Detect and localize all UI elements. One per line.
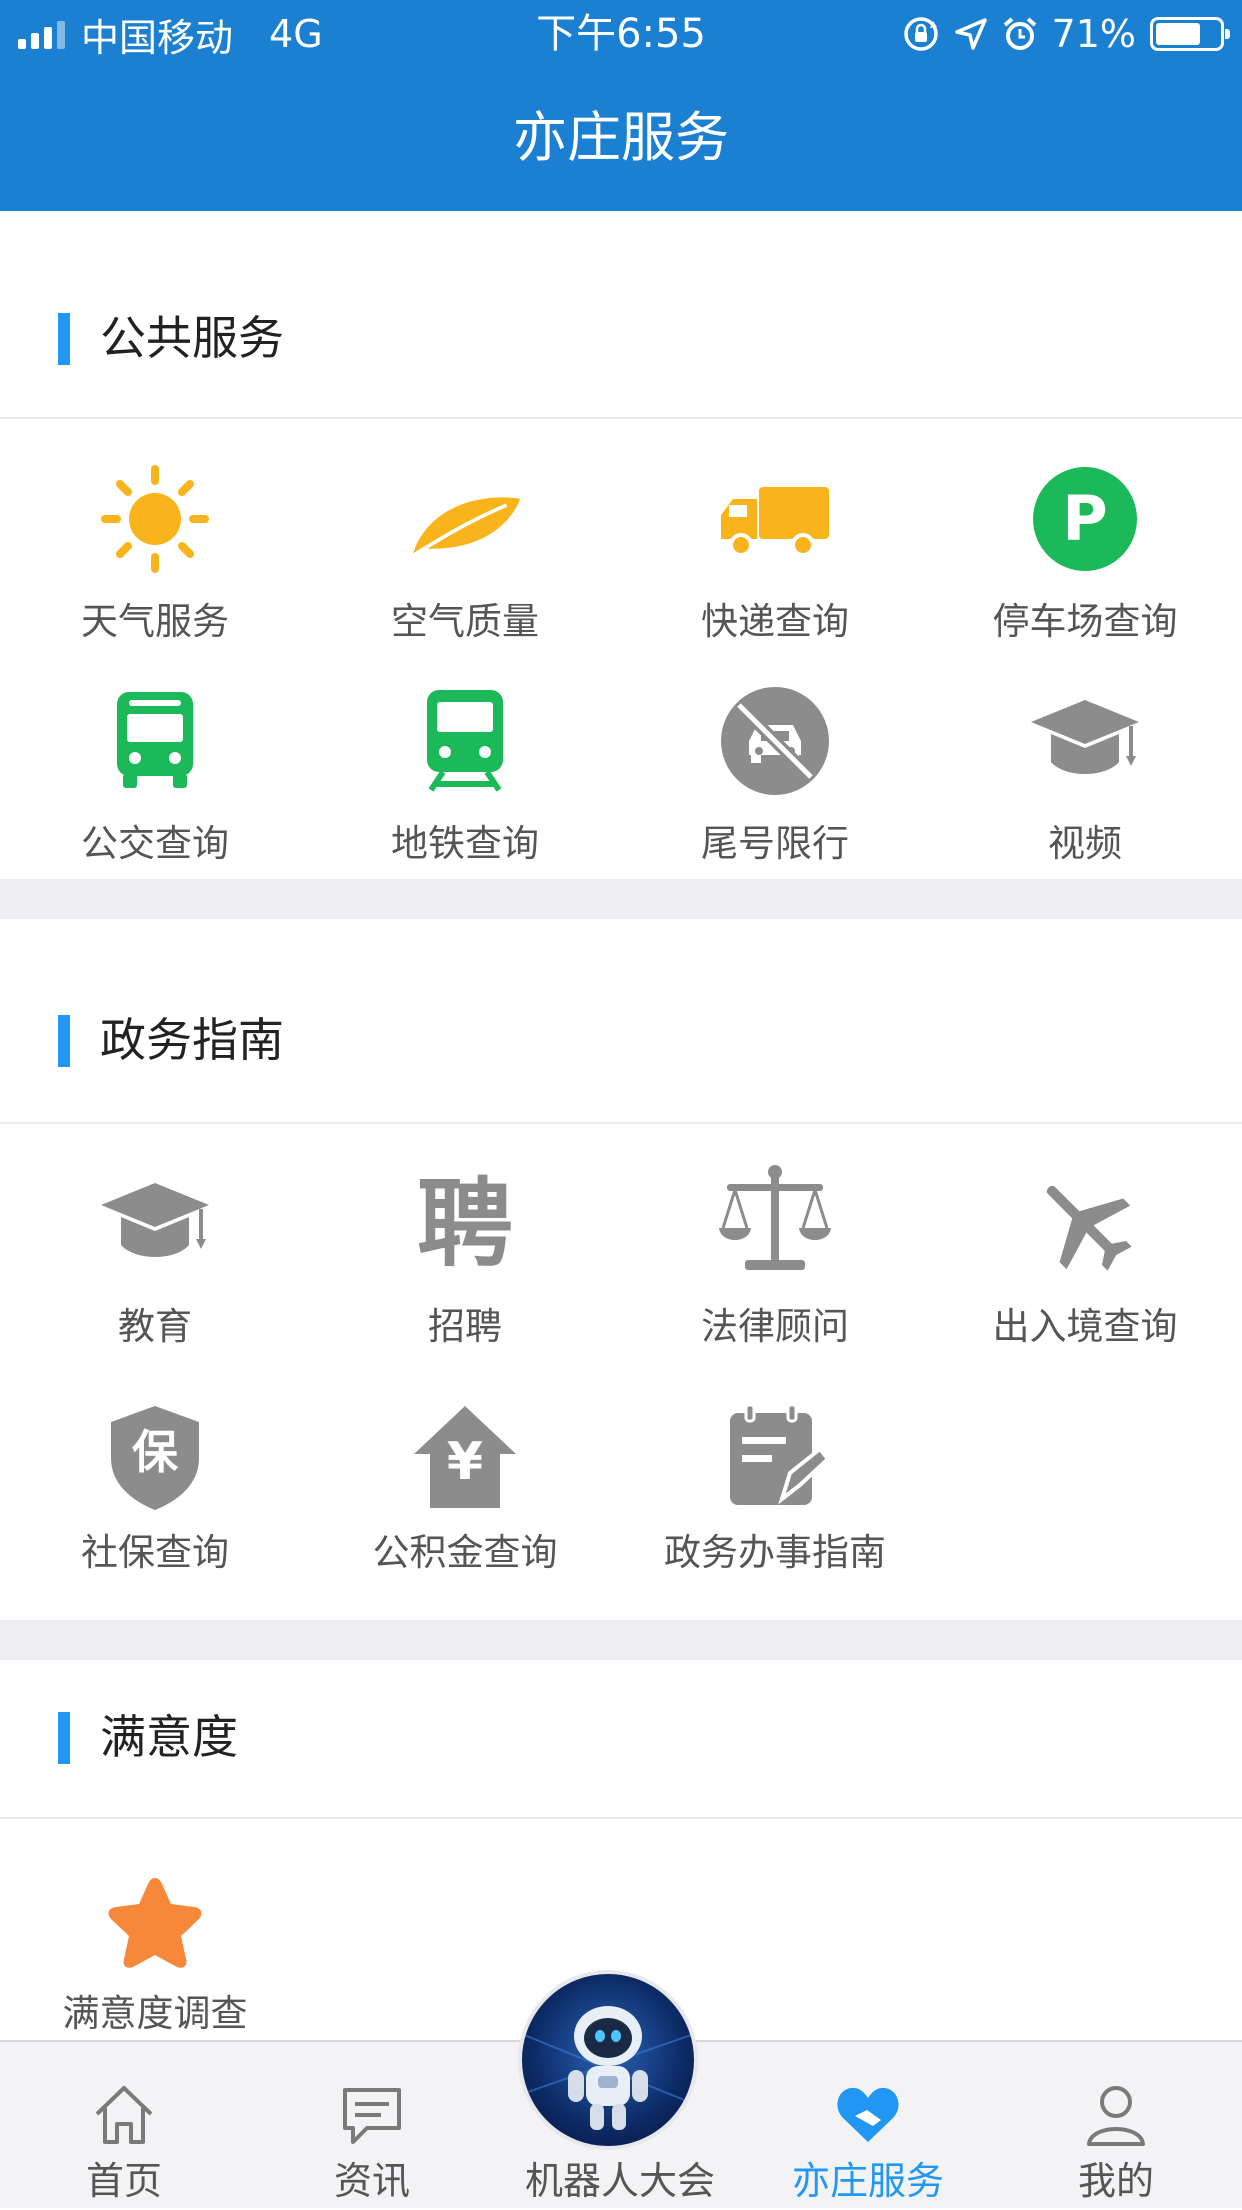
subway-icon: [405, 681, 525, 801]
battery-fill: [1156, 23, 1201, 45]
guide-item-legal[interactable]: 法律顾问: [620, 1124, 930, 1364]
house-yen-icon: ¥: [405, 1398, 525, 1518]
page-title: 亦庄服务: [513, 106, 729, 169]
guide-item-education[interactable]: 教育: [0, 1124, 310, 1364]
user-icon: [1087, 2086, 1145, 2146]
parking-icon: P: [1025, 459, 1145, 579]
service-label: 视频: [1048, 822, 1122, 865]
section-divider: [0, 879, 1242, 919]
app-header: 中国移动 4G 下午6:55 71% 亦庄服务: [0, 0, 1242, 211]
service-label: 招聘: [428, 1305, 502, 1348]
shield-glyph: 保: [132, 1425, 178, 1479]
service-label: 快递查询: [701, 600, 849, 643]
leaf-icon: [405, 459, 525, 579]
service-item-bus[interactable]: 公交查询: [0, 649, 310, 879]
recruit-glyph: 聘: [417, 1168, 513, 1280]
service-label: 法律顾问: [701, 1305, 849, 1348]
battery-icon: [1150, 17, 1230, 51]
section-title: 满意度: [100, 1710, 238, 1764]
guide-item-recruitment[interactable]: 聘 招聘: [310, 1124, 620, 1364]
graduation-cap-icon: [95, 1164, 215, 1284]
service-item-express[interactable]: 快递查询: [620, 419, 930, 649]
guide-item-social-security[interactable]: 保 社保查询: [0, 1364, 310, 1620]
satisfaction-item-survey[interactable]: 满意度调查: [0, 1819, 310, 2069]
home-icon: [95, 2086, 153, 2144]
guide-item-gov-affairs[interactable]: 政务办事指南: [620, 1364, 930, 1620]
section-header-satisfaction: 满意度: [0, 1660, 1242, 1819]
section-title: 公共服务: [100, 311, 284, 365]
service-label: 地铁查询: [391, 822, 539, 865]
service-item-video[interactable]: 视频: [930, 649, 1240, 879]
service-item-plate-restriction[interactable]: 尾号限行: [620, 649, 930, 879]
section-divider: [0, 1620, 1242, 1660]
battery-percent: 71%: [1051, 12, 1136, 56]
tab-label: 亦庄服务: [791, 2159, 944, 2203]
heart-icon: [837, 2087, 899, 2142]
robot-icon: [522, 2006, 694, 2130]
service-item-air-quality[interactable]: 空气质量: [310, 419, 620, 649]
truck-icon: [715, 459, 835, 579]
service-label: 公积金查询: [372, 1531, 558, 1574]
sun-icon: [95, 459, 215, 579]
service-item-parking[interactable]: P 停车场查询: [930, 419, 1240, 649]
section-accent-bar: [58, 1712, 70, 1764]
content-area: 公共服务 天气服务 空气质量 快递查询 P 停车场查询 公交查询 地铁查询 尾号…: [0, 211, 1242, 2069]
no-car-icon: [715, 681, 835, 801]
service-item-weather[interactable]: 天气服务: [0, 419, 310, 649]
tab-label: 资讯: [333, 2159, 410, 2203]
service-label: 停车场查询: [992, 600, 1178, 643]
tab-label: 我的: [1077, 2159, 1154, 2203]
status-bar: 中国移动 4G 下午6:55 71%: [0, 0, 1242, 68]
graduation-cap-icon: [1025, 681, 1145, 801]
tab-mine[interactable]: 我的: [992, 2042, 1240, 2210]
section-accent-bar: [58, 1015, 70, 1067]
alarm-icon: [1003, 17, 1036, 50]
status-right: 71%: [902, 10, 1230, 58]
section-header-government-guide: 政务指南: [0, 919, 1242, 1124]
guide-item-immigration[interactable]: 出入境查询: [930, 1124, 1240, 1364]
service-item-subway[interactable]: 地铁查询: [310, 649, 620, 879]
service-label: 出入境查询: [992, 1305, 1178, 1348]
service-label: 满意度调查: [62, 1992, 248, 2035]
tab-label: 机器人大会: [524, 2159, 715, 2203]
scales-icon: [715, 1160, 835, 1280]
tab-label: 首页: [85, 2159, 162, 2203]
section-accent-bar: [58, 313, 70, 365]
service-label: 政务办事指南: [664, 1531, 886, 1574]
section-title: 政务指南: [100, 1013, 284, 1067]
government-guide-grid: 教育 聘 招聘 法律顾问 出入境查询 保 社保查询 ¥ 公积金查询 政务办事指南: [0, 1124, 1242, 1620]
notepad-icon: [715, 1398, 835, 1518]
svg-text:P: P: [1062, 482, 1107, 555]
guide-item-housing-fund[interactable]: ¥ 公积金查询: [310, 1364, 620, 1620]
service-label: 天气服务: [81, 600, 229, 643]
public-services-grid: 天气服务 空气质量 快递查询 P 停车场查询 公交查询 地铁查询 尾号限行 视频: [0, 419, 1242, 879]
robot-center-button[interactable]: [518, 1970, 698, 2150]
recruit-icon: 聘: [405, 1164, 525, 1284]
shield-icon: 保: [95, 1398, 215, 1518]
message-icon: [343, 2088, 401, 2144]
rotation-lock-icon: [903, 17, 938, 51]
airplane-icon: [1025, 1164, 1145, 1284]
tab-news[interactable]: 资讯: [248, 2042, 496, 2210]
star-icon: [95, 1865, 215, 1985]
section-header-public-services: 公共服务: [0, 211, 1242, 419]
tab-home[interactable]: 首页: [0, 2042, 248, 2210]
service-label: 社保查询: [81, 1531, 229, 1574]
bus-icon: [95, 681, 215, 801]
service-label: 空气质量: [391, 600, 539, 643]
service-label: 教育: [118, 1305, 192, 1348]
house-glyph: ¥: [446, 1432, 484, 1492]
service-label: 尾号限行: [701, 822, 849, 865]
service-label: 公交查询: [81, 822, 229, 865]
tab-yizhuang-service[interactable]: 亦庄服务: [744, 2042, 992, 2210]
location-arrow-icon: [954, 18, 987, 50]
